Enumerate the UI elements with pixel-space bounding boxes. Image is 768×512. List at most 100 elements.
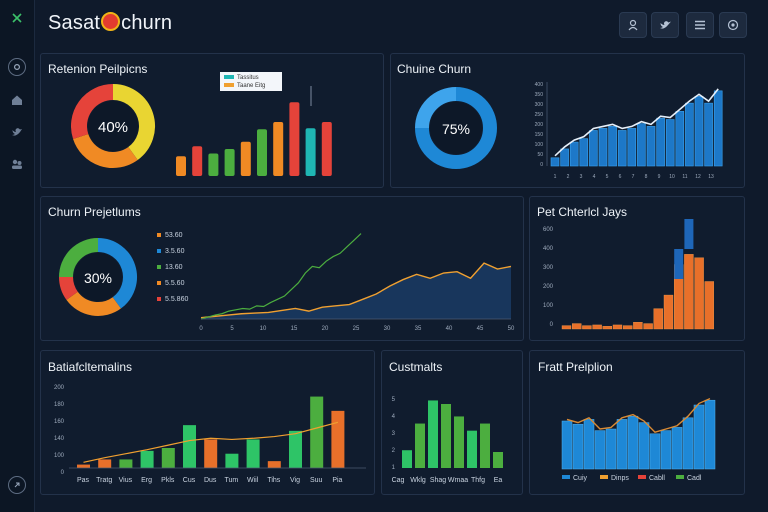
- tick-label: 100: [543, 303, 554, 309]
- tick-label: 100: [535, 142, 544, 148]
- bar: [704, 399, 716, 470]
- bar: [622, 325, 633, 330]
- bar: [77, 464, 90, 468]
- legend-swatch: [157, 281, 161, 285]
- bar: [598, 128, 608, 167]
- x-tick-label: 1: [554, 174, 557, 180]
- x-tick-label: 45: [477, 326, 484, 332]
- x-tick-label: Dus: [204, 477, 217, 484]
- churn-bars: 4003503002502001501005001 2 3 4 5 6 7 8 9 10 11 12 1…: [535, 82, 723, 180]
- x-tick-label: 50: [508, 326, 515, 332]
- tick-label: 5: [392, 397, 396, 403]
- x-tick-label: Wklg: [410, 477, 426, 484]
- bar: [633, 322, 643, 330]
- x-tick-label: Pas: [77, 477, 90, 484]
- legend-swatch: [600, 475, 608, 479]
- tick-label: 200: [54, 385, 65, 391]
- users-icon[interactable]: [7, 154, 27, 174]
- bottom-left-panel: Batiafcltemalins 200 180 160 140 100 0 Pas Trat…: [40, 350, 375, 495]
- bar: [663, 294, 674, 330]
- pred-area-chart: 0 5 10 15 20 25 30 35 40 45 50: [199, 233, 515, 332]
- legend-swatch: [676, 475, 684, 479]
- tick-label: 140: [54, 436, 65, 442]
- bar: [402, 450, 412, 468]
- bar: [225, 453, 239, 468]
- twitter-icon[interactable]: [7, 122, 27, 142]
- settings-icon[interactable]: [8, 58, 26, 76]
- tick-label: 50: [537, 152, 543, 158]
- legend-swatch: [638, 475, 646, 479]
- bar: [569, 141, 579, 167]
- close-icon[interactable]: [7, 8, 27, 28]
- bar: [682, 417, 694, 470]
- support-icon[interactable]: [719, 12, 747, 38]
- bar-overlay: [684, 219, 694, 249]
- bar: [713, 90, 723, 167]
- bar: [637, 123, 646, 167]
- bar: [602, 326, 613, 330]
- bar: [310, 396, 324, 468]
- bar: [208, 153, 219, 176]
- app-title-suffix: churn: [121, 12, 173, 34]
- bar: [605, 428, 617, 470]
- churn-pred-svg: 30% 53.60 3.5.60 13.60 5.5.60 5.5.860 0 5 10 15…: [59, 232, 515, 332]
- bar-overlay: [674, 249, 684, 279]
- home-icon[interactable]: [7, 90, 27, 110]
- profile-icon[interactable]: [619, 12, 647, 38]
- tick-label: 2: [392, 448, 396, 454]
- tick-label: 600: [543, 227, 554, 233]
- donut-label: 30%: [84, 270, 112, 286]
- x-tick-label: 10: [260, 326, 267, 332]
- x-tick-label: Pkls: [161, 477, 175, 484]
- sidebar: [0, 0, 35, 512]
- bar: [684, 254, 694, 330]
- tick-label: 0: [550, 322, 554, 328]
- expand-icon[interactable]: [8, 476, 26, 494]
- bar: [289, 430, 302, 468]
- x-tick-label: Tihs: [267, 477, 280, 484]
- legend-label: 3.5.60: [165, 248, 185, 255]
- bar: [653, 308, 664, 330]
- x-tick-label: 10: [669, 174, 675, 180]
- bar: [289, 102, 300, 176]
- customs-svg: 5 4 3 2 1 Cag Wklg Shag Wmaa Thfg Ea: [392, 397, 503, 484]
- x-tick-label: 5: [606, 174, 609, 180]
- bar: [665, 119, 675, 167]
- tick-label: 300: [543, 265, 554, 271]
- bar: [694, 95, 704, 167]
- bar: [704, 281, 715, 330]
- twitter-icon[interactable]: [651, 12, 679, 38]
- donut-label: 40%: [98, 119, 128, 136]
- bar: [161, 448, 175, 468]
- tick-label: 300: [535, 102, 544, 108]
- bar: [616, 419, 628, 470]
- x-tick-label: Suu: [310, 477, 323, 484]
- bar: [240, 141, 251, 176]
- tick-label: 1: [392, 465, 396, 471]
- bar: [140, 450, 154, 468]
- pet-panel: Pet Chterlcl Jays 600 400 300 200 100 0: [529, 196, 745, 341]
- pie-slice: [59, 276, 79, 300]
- x-tick-label: Cus: [183, 477, 196, 484]
- tick-label: 400: [543, 246, 554, 252]
- x-tick-label: Pia: [332, 477, 342, 484]
- x-tick-label: 4: [593, 174, 596, 180]
- x-tick-label: 13: [708, 174, 714, 180]
- retention-bars: [176, 102, 332, 176]
- legend-label: Cabll: [649, 475, 665, 482]
- legend-label: Cuiy: [573, 475, 588, 482]
- bar: [192, 146, 203, 176]
- x-tick-label: Wmaa: [448, 477, 468, 484]
- tick-label: 200: [543, 284, 554, 290]
- tick-label: 400: [535, 82, 544, 88]
- app-title-prefix: Sasat: [48, 12, 101, 34]
- legend-label: Taane Eitg: [237, 83, 265, 89]
- menu-icon[interactable]: [686, 12, 714, 38]
- bar: [467, 430, 477, 468]
- legend-swatch: [157, 233, 161, 237]
- bar: [119, 459, 133, 468]
- legend-swatch: [562, 475, 570, 479]
- app-title: Sasat churn: [48, 12, 172, 35]
- legend-label: 13.60: [165, 264, 183, 271]
- x-tick-label: 40: [446, 326, 453, 332]
